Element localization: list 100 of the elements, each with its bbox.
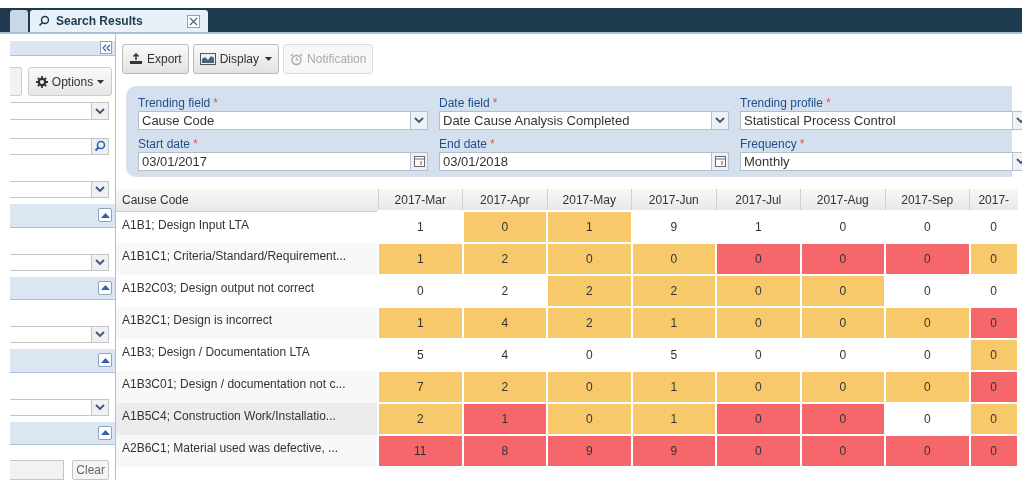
table-cell: 0 <box>800 435 885 467</box>
alarm-clock-icon <box>290 52 304 66</box>
table-cell: 1 <box>462 403 547 435</box>
field-label: Trending field <box>138 96 211 110</box>
required-mark: * <box>193 137 198 151</box>
table-cell: 2 <box>631 275 716 307</box>
dropdown[interactable] <box>10 253 109 271</box>
column-header[interactable]: 2017- <box>969 189 1018 211</box>
dropdown[interactable]: Date Cause Analysis Completed <box>439 111 729 130</box>
column-header[interactable]: 2017-May <box>547 189 632 211</box>
table-cell: 1 <box>631 371 716 403</box>
options-button[interactable]: Options <box>28 67 112 97</box>
table-cell: 0 <box>885 307 970 339</box>
toolbar-button[interactable]: Export <box>122 44 189 74</box>
table-cell: 2 <box>547 275 632 307</box>
expand-button[interactable] <box>98 208 112 223</box>
collapse-button[interactable] <box>100 41 112 54</box>
table-cell: 8 <box>462 435 547 467</box>
expand-button[interactable] <box>98 353 112 368</box>
toolbar-button: Notification <box>283 44 374 74</box>
table-cell: A2B6C1; Material used was defective, ... <box>116 435 378 467</box>
table-cell: 0 <box>885 371 970 403</box>
dropdown[interactable] <box>10 326 109 344</box>
table-cell: 0 <box>716 307 801 339</box>
table-cell: 0 <box>885 435 970 467</box>
table-cell: 2 <box>462 371 547 403</box>
table-cell: A1B2C1; Design is incorrect <box>116 307 378 339</box>
upload-icon <box>129 53 143 65</box>
table-cell: 2 <box>462 243 547 275</box>
table-cell: 1 <box>378 243 463 275</box>
table-cell: 0 <box>800 243 885 275</box>
table-cell: 0 <box>716 435 801 467</box>
table-cell: 0 <box>800 371 885 403</box>
close-button[interactable] <box>187 14 200 28</box>
expand-button[interactable] <box>98 425 112 440</box>
table-cell: 9 <box>631 435 716 467</box>
section-header[interactable] <box>10 349 115 373</box>
table-cell: 1 <box>378 307 463 339</box>
table-cell: 0 <box>969 435 1018 467</box>
section-header[interactable] <box>10 204 115 228</box>
clear-button[interactable]: Clear <box>72 460 109 480</box>
search-field[interactable] <box>10 137 109 156</box>
button[interactable] <box>10 67 22 97</box>
search-icon <box>94 140 106 153</box>
required-mark: * <box>825 96 831 110</box>
table-cell: 0 <box>969 243 1018 275</box>
calendar-icon <box>714 156 726 167</box>
table-cell: 0 <box>969 403 1018 435</box>
field-label: Frequency <box>740 137 797 151</box>
triangle-up-icon <box>100 285 110 291</box>
table-cell: 0 <box>547 403 632 435</box>
column-header[interactable]: 2017-Mar <box>378 189 463 211</box>
column-header[interactable]: 2017-Aug <box>800 189 885 211</box>
table-cell: 0 <box>969 307 1018 339</box>
dropdown[interactable] <box>10 398 109 416</box>
field-label: Date field <box>439 96 490 110</box>
table-cell: 1 <box>547 211 632 243</box>
table-cell: 0 <box>800 275 885 307</box>
dropdown[interactable] <box>10 181 109 199</box>
table-cell: 0 <box>547 371 632 403</box>
triangle-up-icon <box>100 212 110 218</box>
table-cell: 0 <box>800 403 885 435</box>
column-header[interactable]: 2017-Jun <box>631 189 716 211</box>
expand-button[interactable] <box>98 280 112 295</box>
table-cell: 0 <box>462 211 547 243</box>
table-cell: 0 <box>885 243 970 275</box>
table-cell: 0 <box>631 243 716 275</box>
table-cell: 4 <box>462 307 547 339</box>
dropdown[interactable]: Cause Code <box>138 111 428 130</box>
triangle-up-icon <box>100 430 110 436</box>
dropdown[interactable] <box>10 102 109 120</box>
search-icon <box>38 15 50 27</box>
table-cell: 2 <box>378 403 463 435</box>
caret-icon <box>97 79 105 84</box>
tab[interactable]: Search Results <box>30 10 208 32</box>
table-cell: 0 <box>969 371 1018 403</box>
table-cell: A1B5C4; Construction Work/Installatio... <box>116 403 378 435</box>
table-cell: A1B3; Design / Documentation LTA <box>116 339 378 371</box>
date-field[interactable]: 03/01/2018 <box>439 152 729 171</box>
calendar-icon <box>413 156 425 167</box>
column-header[interactable]: 2017-Sep <box>885 189 970 211</box>
column-header[interactable]: Cause Code <box>116 189 378 211</box>
field-label: Trending profile <box>740 96 823 110</box>
table-cell: 1 <box>631 403 716 435</box>
section-header[interactable] <box>10 421 115 446</box>
table-cell: 2 <box>547 307 632 339</box>
toolbar-button[interactable]: Display <box>192 44 280 74</box>
input-field[interactable] <box>10 460 65 480</box>
dropdown[interactable]: Monthly <box>740 152 1022 171</box>
table-cell: A1B1; Design Input LTA <box>116 211 378 243</box>
table-cell: 0 <box>969 339 1018 371</box>
date-field[interactable]: 03/01/2017 <box>138 152 428 171</box>
required-mark: * <box>799 137 805 151</box>
table-cell: A1B1C1; Criteria/Standard/Requirement... <box>116 243 378 275</box>
column-header[interactable]: 2017-Jul <box>716 189 801 211</box>
dropdown[interactable]: Statistical Process Control <box>740 111 1022 130</box>
table-cell: 0 <box>547 243 632 275</box>
section-header[interactable] <box>10 276 115 301</box>
table-cell: 0 <box>800 307 885 339</box>
column-header[interactable]: 2017-Apr <box>462 189 547 211</box>
